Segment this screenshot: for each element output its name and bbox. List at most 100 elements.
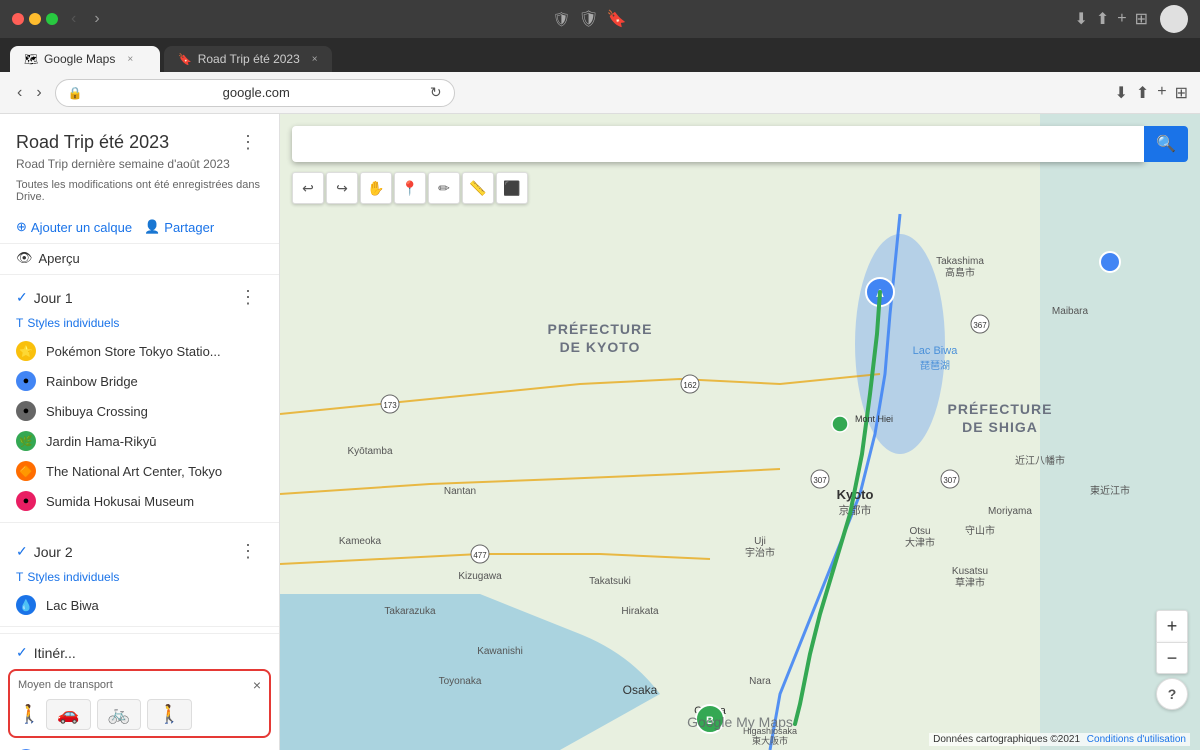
day2-check-icon[interactable]: ✓ xyxy=(16,543,28,560)
close-window-btn[interactable] xyxy=(12,13,24,25)
upload-action-icon[interactable]: ⬆ xyxy=(1136,83,1149,103)
list-item[interactable]: 💧 Lac Biwa xyxy=(0,590,279,620)
nav-back-btn[interactable]: ‹ xyxy=(12,82,27,104)
extension-icon: 🛡 xyxy=(578,9,598,29)
itinerary-header: ✓ Itinér... xyxy=(0,634,279,665)
map-search-button[interactable]: 🔍 xyxy=(1144,126,1188,162)
preview-button[interactable]: 👁 Aperçu xyxy=(0,244,279,275)
day2-title: ✓ Jour 2 xyxy=(16,543,73,560)
panel-saved-status: Toutes les modifications ont été enregis… xyxy=(16,179,263,203)
list-item[interactable]: ● Shibuya Crossing xyxy=(0,396,279,426)
list-item[interactable]: 🔶 The National Art Center, Tokyo xyxy=(0,456,279,486)
user-avatar[interactable] xyxy=(1160,5,1188,33)
list-item[interactable]: ⭐ Pokémon Store Tokyo Statio... xyxy=(0,336,279,366)
forward-button[interactable]: › xyxy=(89,8,104,30)
maps-tab-icon: 🗺 xyxy=(24,53,38,66)
download-action-icon[interactable]: ⬇ xyxy=(1114,83,1127,103)
close-tab-icon[interactable]: × xyxy=(127,54,133,65)
panel-title: Road Trip été 2023 xyxy=(16,132,169,153)
pan-tool-button[interactable]: ✋ xyxy=(360,172,392,204)
place-icon-sumida: ● xyxy=(16,491,36,511)
svg-text:Kyōtamba: Kyōtamba xyxy=(347,446,392,457)
add-layer-button[interactable]: ⊕ Ajouter un calque xyxy=(16,219,132,235)
tab-road-trip[interactable]: 🔖 Road Trip été 2023 × xyxy=(164,46,332,72)
svg-text:Otsu: Otsu xyxy=(909,526,930,537)
svg-text:東近江市: 東近江市 xyxy=(1090,484,1130,497)
list-item[interactable]: 🌿 Jardin Hama-Rikyū xyxy=(0,426,279,456)
place-name: Shibuya Crossing xyxy=(46,404,148,419)
transport-close-button[interactable]: × xyxy=(253,677,261,693)
svg-text:Uji: Uji xyxy=(754,536,766,547)
list-item[interactable]: ● Rainbow Bridge xyxy=(0,366,279,396)
bike-transport-button[interactable]: 🚲 xyxy=(97,699,141,730)
address-field[interactable]: 🔒 google.com ↻ xyxy=(55,79,455,107)
bookmark-icon: 🔖 xyxy=(607,9,627,29)
svg-text:173: 173 xyxy=(383,401,397,410)
map-help-button[interactable]: ? xyxy=(1156,678,1188,710)
svg-text:Maibara: Maibara xyxy=(1052,306,1089,317)
left-panel: Road Trip été 2023 ⋮ Road Trip dernière … xyxy=(0,114,280,750)
list-item[interactable]: ● Sumida Hokusai Museum xyxy=(0,486,279,516)
back-button[interactable]: ‹ xyxy=(66,8,81,30)
more-tools-button[interactable]: ⬛ xyxy=(496,172,528,204)
nav-forward-btn[interactable]: › xyxy=(31,82,46,104)
walk-transport-button[interactable]: 🚶 xyxy=(147,699,191,730)
zoom-out-button[interactable]: − xyxy=(1156,642,1188,674)
share-icon: ⬆ xyxy=(1096,9,1109,29)
shield-icon: 🛡 xyxy=(553,11,571,28)
zoom-in-button[interactable]: + xyxy=(1156,610,1188,642)
walk-icon: 🚶 xyxy=(18,704,40,725)
main-layout: Road Trip été 2023 ⋮ Road Trip dernière … xyxy=(0,114,1200,750)
place-name: Lac Biwa xyxy=(46,598,99,613)
svg-text:PRÉFECTURE: PRÉFECTURE xyxy=(948,401,1053,417)
tab-google-maps[interactable]: 🗺 Google Maps × xyxy=(10,46,160,72)
svg-text:307: 307 xyxy=(943,476,957,485)
svg-text:Moriyama: Moriyama xyxy=(988,506,1032,517)
svg-text:PRÉFECTURE: PRÉFECTURE xyxy=(548,321,653,337)
panel-menu-button[interactable]: ⋮ xyxy=(233,130,263,155)
itinerary-check-icon[interactable]: ✓ xyxy=(16,644,28,661)
maximize-window-btn[interactable] xyxy=(46,13,58,25)
day1-title: ✓ Jour 1 xyxy=(16,289,73,306)
panel-title-row: Road Trip été 2023 ⋮ xyxy=(16,130,263,155)
itinerary-title: ✓ Itinér... xyxy=(16,644,76,661)
place-icon-rainbow: ● xyxy=(16,371,36,391)
grid-action-icon[interactable]: ⊞ xyxy=(1175,83,1188,103)
svg-text:大津市: 大津市 xyxy=(905,536,935,549)
place-name: Jardin Hama-Rikyū xyxy=(46,434,157,449)
day1-menu-button[interactable]: ⋮ xyxy=(233,285,263,310)
refresh-icon[interactable]: ↻ xyxy=(430,84,442,101)
map-search-input[interactable] xyxy=(292,126,1144,162)
transport-options: 🚶 🚗 🚲 🚶 xyxy=(18,699,261,730)
minimize-window-btn[interactable] xyxy=(29,13,41,25)
undo-tool-button[interactable]: ↩ xyxy=(292,172,324,204)
svg-text:草津市: 草津市 xyxy=(955,576,985,589)
marker-tool-button[interactable]: 📍 xyxy=(394,172,426,204)
svg-text:琵琶湖: 琵琶湖 xyxy=(920,360,950,372)
svg-text:Takashima: Takashima xyxy=(936,256,984,267)
day1-check-icon[interactable]: ✓ xyxy=(16,289,28,306)
day2-menu-button[interactable]: ⋮ xyxy=(233,539,263,564)
measure-tool-button[interactable]: 📏 xyxy=(462,172,494,204)
draw-tool-button[interactable]: ✏ xyxy=(428,172,460,204)
new-tab-icon[interactable]: + xyxy=(1117,10,1126,28)
eye-icon: 👁 xyxy=(16,250,33,266)
browser-actions: ⬇ ⬆ + ⊞ xyxy=(1114,83,1188,103)
svg-text:京都市: 京都市 xyxy=(839,503,872,517)
terms-link[interactable]: Conditions d'utilisation xyxy=(1087,734,1186,745)
map-area: 173 477 162 307 307 367 PRÉFECTURE DE KY… xyxy=(280,114,1200,750)
map-attribution: Données cartographiques ©2021 Conditions… xyxy=(929,733,1190,746)
route-point-a: A Osaka, Préfecture d'Osaka, J... xyxy=(16,746,263,750)
add-layer-icon: ⊕ xyxy=(16,219,27,235)
traffic-lights xyxy=(12,13,58,25)
redo-tool-button[interactable]: ↪ xyxy=(326,172,358,204)
svg-text:Nantan: Nantan xyxy=(444,486,476,497)
car-transport-button[interactable]: 🚗 xyxy=(46,699,90,730)
map-tools: ↩ ↪ ✋ 📍 ✏ 📏 ⬛ xyxy=(292,172,528,204)
share-button[interactable]: 👤 Partager xyxy=(144,219,214,235)
svg-text:162: 162 xyxy=(683,381,697,390)
plus-action-icon[interactable]: + xyxy=(1157,83,1166,103)
day2-styles-link[interactable]: T Styles individuels xyxy=(0,568,279,590)
map-canvas[interactable]: 173 477 162 307 307 367 PRÉFECTURE DE KY… xyxy=(280,114,1200,750)
day1-styles-link[interactable]: T Styles individuels xyxy=(0,314,279,336)
